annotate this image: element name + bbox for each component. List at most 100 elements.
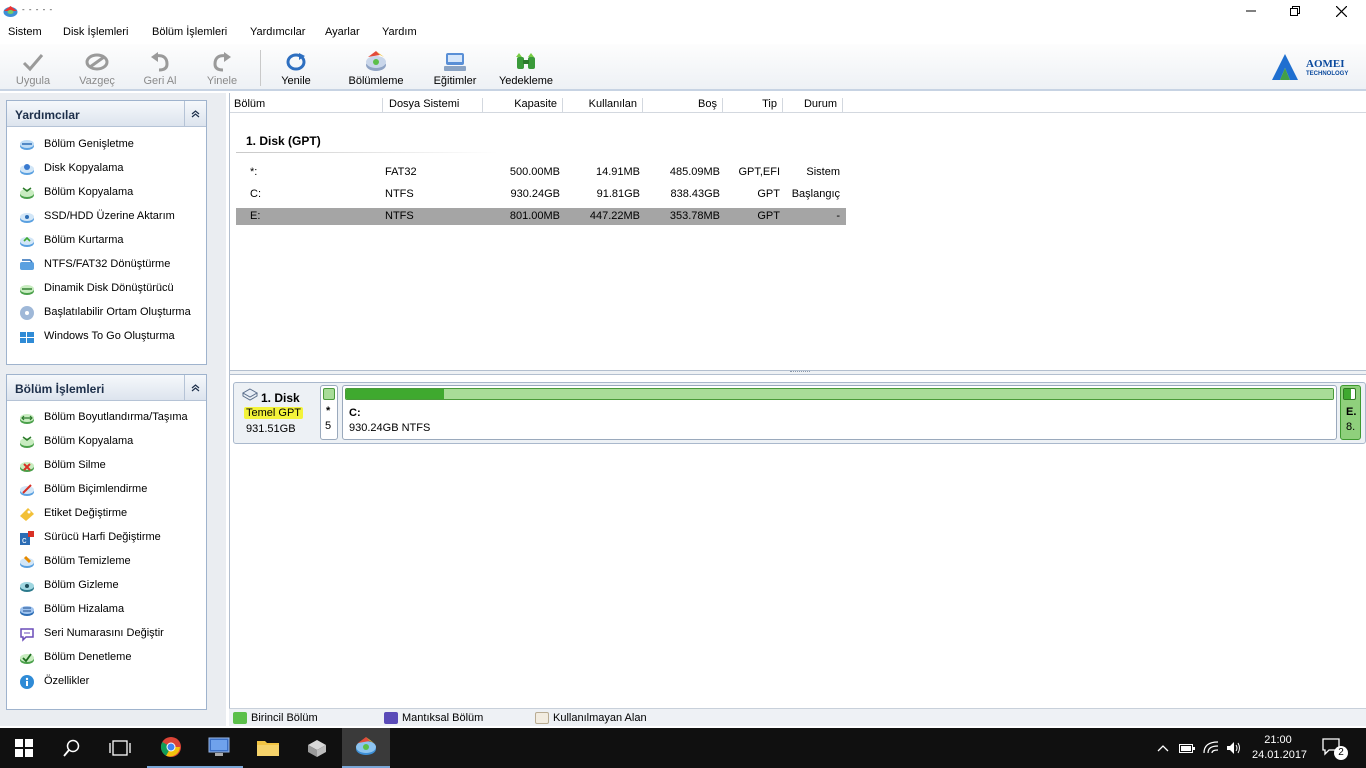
menu-disk-operations[interactable]: Disk İşlemleri [63, 26, 128, 38]
wifi-icon[interactable] [1203, 741, 1219, 755]
search-button[interactable] [48, 728, 96, 768]
table-row[interactable]: E: NTFS 801.00MB 447.22MB 353.78MB GPT - [236, 208, 846, 225]
backup-label: Yedekleme [498, 75, 554, 87]
refresh-button[interactable]: Yenile [276, 44, 316, 90]
wizard-item[interactable]: SSD/HDD Üzerine Aktarım [7, 205, 206, 229]
wizard-item-label: Bölüm Kurtarma [44, 234, 124, 246]
primary-swatch [233, 712, 247, 724]
partition-button[interactable]: Bölümleme [348, 44, 404, 90]
legend-logical-label: Mantıksal Bölüm [402, 712, 484, 724]
undo-button[interactable]: Geri Al [138, 44, 182, 90]
partition-icon [363, 50, 389, 74]
disk-info[interactable]: 1. Disk Temel GPT 931.51GB [237, 385, 316, 441]
menu-settings[interactable]: Ayarlar [325, 26, 360, 38]
partition-op-item[interactable]: Bölüm Kopyalama [7, 430, 206, 454]
action-center-button[interactable]: 2 [1322, 738, 1348, 760]
wizard-item[interactable]: Bölüm Kurtarma [7, 229, 206, 253]
partition-op-item[interactable]: Özellikler [7, 670, 206, 694]
file-explorer-app[interactable] [244, 728, 292, 768]
partition-block-e[interactable]: E. 8. [1340, 385, 1361, 440]
partition-op-item[interactable]: Bölüm Denetleme [7, 646, 206, 670]
legend-logical: Mantıksal Bölüm [384, 712, 483, 724]
partition-op-item[interactable]: Bölüm Gizleme [7, 574, 206, 598]
partition-op-item-label: Bölüm Boyutlandırma/Taşıma [44, 411, 188, 423]
restore-button[interactable] [1272, 0, 1318, 22]
tutorials-button[interactable]: Eğitimler [432, 44, 478, 90]
apply-button[interactable]: Uygula [10, 44, 56, 90]
partition-op-item[interactable]: Bölüm Silme [7, 454, 206, 478]
partition-op-item[interactable]: Bölüm Hizalama [7, 598, 206, 622]
discard-button[interactable]: Vazgeç [74, 44, 120, 90]
chevron-up-icon[interactable] [1157, 744, 1169, 752]
volume-icon[interactable] [1226, 741, 1242, 755]
column-type[interactable]: Tip [723, 98, 783, 112]
system-clock[interactable]: 21:00 24.01.2017 [1252, 733, 1308, 763]
apply-label: Uygula [15, 75, 51, 87]
backup-button[interactable]: Yedekleme [498, 44, 554, 90]
partition-op-item[interactable]: Seri Numarasını Değiştir [7, 622, 206, 646]
column-used[interactable]: Kullanılan [563, 98, 643, 112]
task-view-button[interactable] [96, 728, 144, 768]
wizard-item[interactable]: Bölüm Kopyalama [7, 181, 206, 205]
refresh-icon [283, 50, 309, 74]
clock-date: 24.01.2017 [1252, 749, 1308, 761]
partition-label: Bölümleme [348, 75, 404, 87]
hide-icon [19, 578, 35, 594]
close-button[interactable] [1318, 0, 1364, 22]
partition-op-item-label: Sürücü Harfi Değiştirme [44, 531, 161, 543]
windows-icon [15, 739, 33, 757]
column-partition[interactable]: Bölüm [234, 98, 383, 112]
wizard-item[interactable]: Dinamik Disk Dönüştürücü [7, 277, 206, 301]
table-row[interactable]: C: NTFS 930.24GB 91.81GB 838.43GB GPT Başlangı… [236, 186, 846, 203]
column-filesystem[interactable]: Dosya Sistemi [383, 98, 483, 112]
wizard-item-label: SSD/HDD Üzerine Aktarım [44, 210, 175, 222]
partition-block-c[interactable]: C: 930.24GB NTFS [342, 385, 1337, 440]
partition-op-item[interactable]: Bölüm Boyutlandırma/Taşıma [7, 406, 206, 430]
partition-collapse-button[interactable] [184, 375, 206, 400]
wizard-item[interactable]: Başlatılabilir Ortam Oluşturma [7, 301, 206, 325]
redo-button[interactable]: Yinele [202, 44, 242, 90]
minimize-button[interactable] [1228, 0, 1274, 22]
cell-status: Sistem [806, 166, 840, 178]
battery-icon[interactable] [1179, 742, 1195, 754]
menu-partition-operations[interactable]: Bölüm İşlemleri [152, 26, 227, 38]
partition-op-item[interactable]: c Sürücü Harfi Değiştirme [7, 526, 206, 550]
wizards-collapse-button[interactable] [184, 101, 206, 126]
start-button[interactable] [0, 728, 48, 768]
partition-op-item-label: Bölüm Temizleme [44, 555, 131, 567]
wizard-item[interactable]: NTFS/FAT32 Dönüştürme [7, 253, 206, 277]
discard-icon [84, 50, 110, 74]
wizard-item[interactable]: Disk Kopyalama [7, 157, 206, 181]
refresh-label: Yenile [281, 75, 311, 87]
cell-status: Başlangıç [791, 188, 840, 200]
column-free[interactable]: Boş [643, 98, 723, 112]
column-status[interactable]: Durum [783, 98, 843, 112]
menu-wizards[interactable]: Yardımcılar [250, 26, 305, 38]
partition-assistant-app[interactable] [342, 728, 390, 768]
wizard-item[interactable]: Bölüm Genişletme [7, 133, 206, 157]
pane-splitter[interactable] [230, 370, 1366, 375]
wizard-item-label: Bölüm Genişletme [44, 138, 134, 150]
undo-icon [147, 50, 173, 74]
wizard-item[interactable]: Windows To Go Oluşturma [7, 325, 206, 349]
partition-op-item[interactable]: Bölüm Temizleme [7, 550, 206, 574]
search-icon [63, 739, 80, 757]
cell-free: 485.09MB [669, 166, 720, 178]
partition-block-efi[interactable]: * 5 [320, 385, 338, 440]
menu-help[interactable]: Yardım [382, 26, 417, 38]
app-taskbar-2[interactable] [195, 728, 243, 768]
partition-op-item[interactable]: Etiket Değiştirme [7, 502, 206, 526]
partition-op-item[interactable]: Bölüm Biçimlendirme [7, 478, 206, 502]
menu-system[interactable]: Sistem [8, 26, 42, 38]
app-taskbar-4[interactable] [293, 728, 341, 768]
left-pane: Yardımcılar Bölüm Genişletme Disk Kopyala… [0, 93, 226, 726]
e-sub: 8. [1346, 421, 1356, 433]
partition-op-item-label: Bölüm Biçimlendirme [44, 483, 148, 495]
chrome-app[interactable] [147, 728, 195, 768]
disk-map[interactable]: 1. Disk Temel GPT 931.51GB * 5 C: 930.24… [233, 382, 1366, 444]
table-row[interactable]: *: FAT32 500.00MB 14.91MB 485.09MB GPT,EFI Sis… [236, 164, 846, 181]
column-capacity[interactable]: Kapasite [483, 98, 563, 112]
cell-used: 14.91MB [595, 166, 640, 178]
cell-used: 447.22MB [589, 210, 640, 222]
wipe-icon [19, 554, 35, 570]
